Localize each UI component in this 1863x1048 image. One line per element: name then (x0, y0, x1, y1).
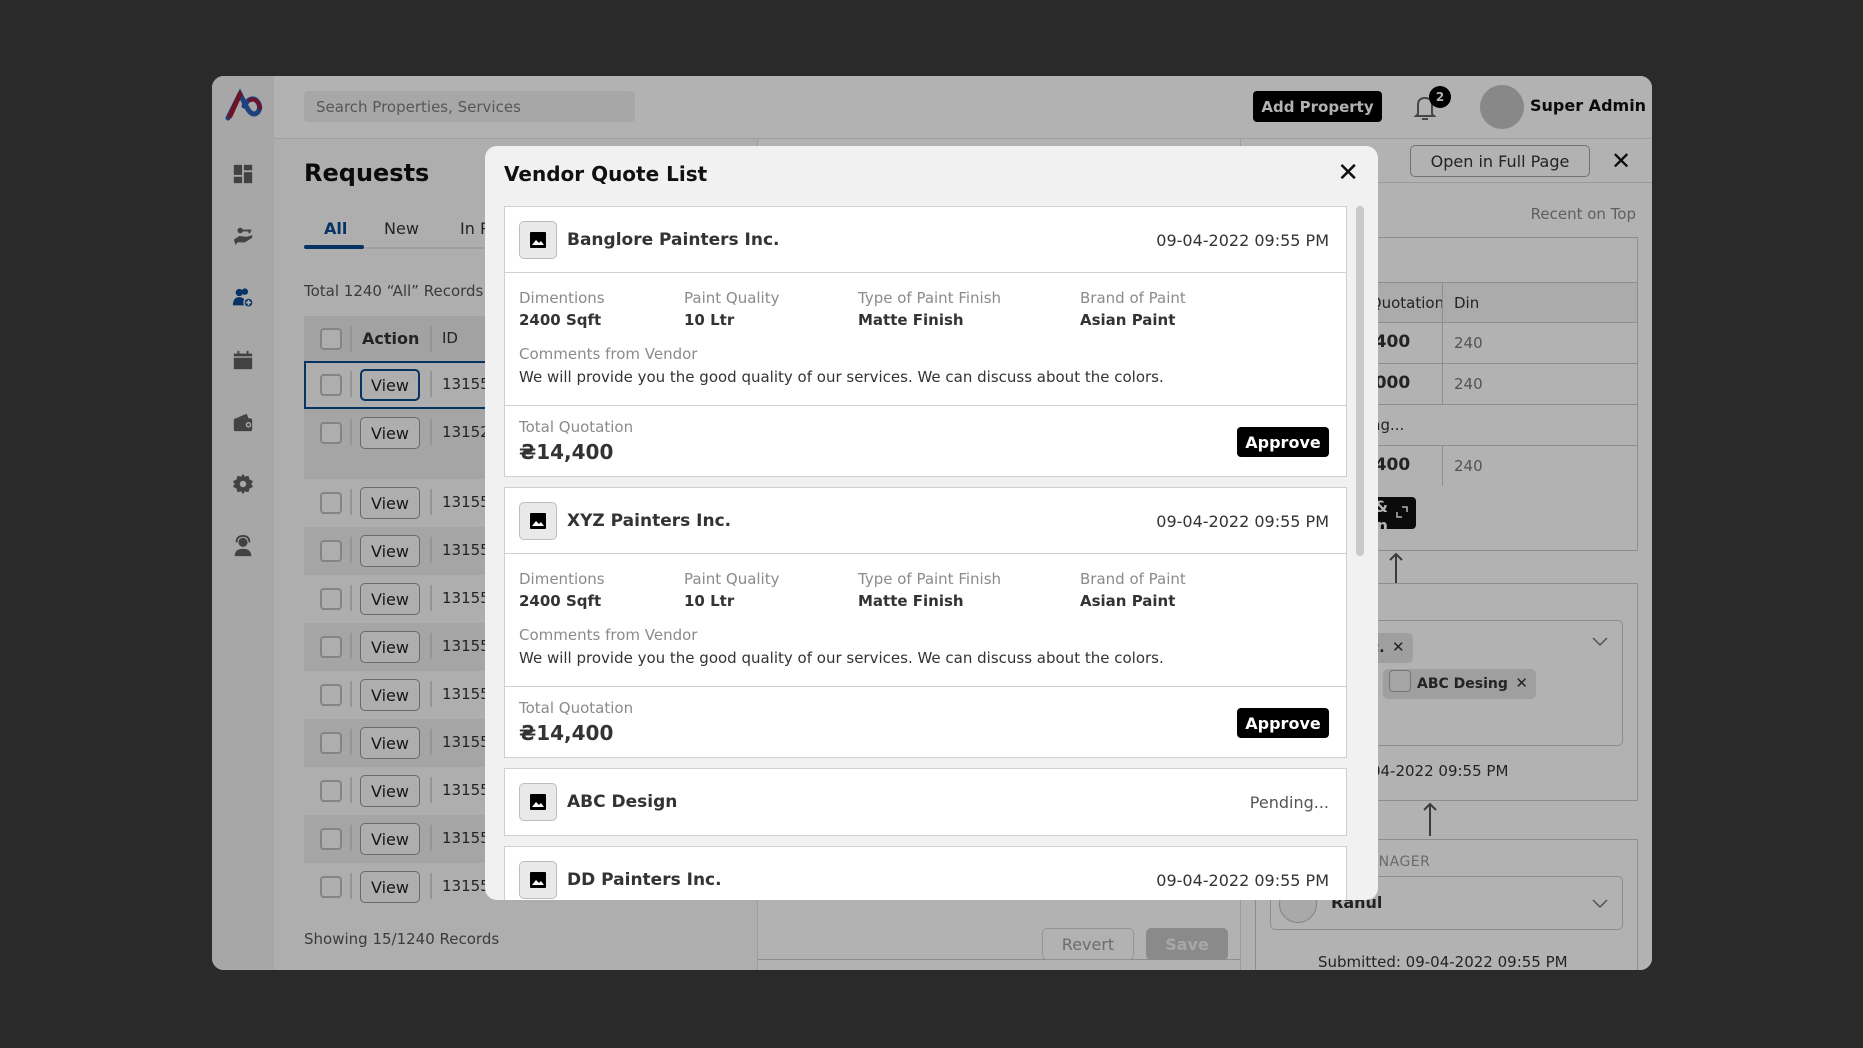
scrollbar[interactable] (1356, 206, 1364, 556)
modal-title: Vendor Quote List (504, 162, 708, 186)
quote-details: Dimentions 2400 Sqft Paint Quality 10 Ltr Ty… (505, 273, 1346, 406)
field-paint-quality: Paint Quality 10 Ltr (684, 570, 780, 610)
vendor-comment: Comments from Vendor We will provide you … (519, 345, 1164, 386)
quote-status: Pending... (1249, 793, 1329, 812)
image-icon (530, 513, 546, 529)
quote-total-section: Total Quotation ₴14,400 Approve (505, 406, 1346, 476)
quote-details: Dimentions 2400 Sqft Paint Quality 10 Ltr Ty… (505, 554, 1346, 687)
quote-date: 09-04-2022 09:55 PM (1156, 231, 1329, 250)
vendor-name: XYZ Painters Inc. (567, 511, 732, 531)
quote-card-header[interactable]: Banglore Painters Inc. 09-04-2022 09:55 P… (505, 207, 1346, 273)
field-brand: Brand of Paint Asian Paint (1080, 570, 1186, 610)
image-icon (530, 794, 546, 810)
quote-card-header[interactable]: ABC Design Pending... (505, 769, 1346, 835)
vendor-quote-card: ABC Design Pending... (504, 768, 1347, 836)
vendor-quote-card: XYZ Painters Inc. 09-04-2022 09:55 PM Dime… (504, 487, 1347, 758)
quote-date: 09-04-2022 09:55 PM (1156, 512, 1329, 531)
vendor-quote-card: Banglore Painters Inc. 09-04-2022 09:55 P… (504, 206, 1347, 477)
field-paint-quality: Paint Quality 10 Ltr (684, 289, 780, 329)
quote-total-section: Total Quotation ₴14,400 Approve (505, 687, 1346, 757)
field-dimensions: Dimentions 2400 Sqft (519, 570, 605, 610)
approve-button[interactable]: Approve (1237, 708, 1329, 738)
field-finish-type: Type of Paint Finish Matte Finish (858, 289, 1002, 329)
field-brand: Brand of Paint Asian Paint (1080, 289, 1186, 329)
image-icon (530, 232, 546, 248)
quote-date: 09-04-2022 09:55 PM (1156, 871, 1329, 890)
vendor-image-placeholder (519, 502, 557, 540)
vendor-name: DD Painters Inc. (567, 870, 722, 890)
quote-card-header[interactable]: DD Painters Inc. 09-04-2022 09:55 PM (505, 847, 1346, 900)
vendor-image-placeholder (519, 221, 557, 259)
vendor-image-placeholder (519, 861, 557, 899)
total-value: ₴14,400 (519, 721, 614, 745)
close-icon[interactable]: ✕ (1337, 160, 1359, 186)
total-label: Total Quotation (519, 699, 634, 717)
vendor-quote-card: DD Painters Inc. 09-04-2022 09:55 PM (504, 846, 1347, 900)
vendor-name: ABC Design (567, 792, 678, 812)
vendor-image-placeholder (519, 783, 557, 821)
vendor-comment: Comments from Vendor We will provide you … (519, 626, 1164, 667)
total-value: ₴14,400 (519, 440, 614, 464)
image-icon (530, 872, 546, 888)
field-finish-type: Type of Paint Finish Matte Finish (858, 570, 1002, 610)
vendor-name: Banglore Painters Inc. (567, 230, 780, 250)
quote-list: Banglore Painters Inc. 09-04-2022 09:55 P… (504, 206, 1347, 900)
total-label: Total Quotation (519, 418, 634, 436)
approve-button[interactable]: Approve (1237, 427, 1329, 457)
vendor-quote-modal: Vendor Quote List ✕ Banglore Painters In… (485, 146, 1378, 900)
field-dimensions: Dimentions 2400 Sqft (519, 289, 605, 329)
quote-card-header[interactable]: XYZ Painters Inc. 09-04-2022 09:55 PM (505, 488, 1346, 554)
